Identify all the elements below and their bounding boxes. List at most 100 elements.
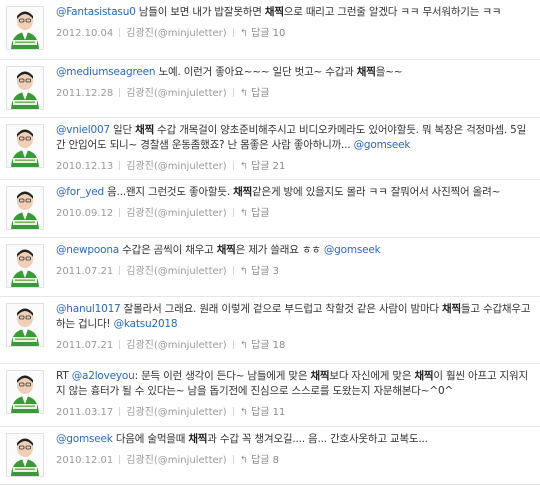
tweet-date[interactable]: 2011.12.28 bbox=[56, 88, 113, 99]
highlight-keyword: 채찍 bbox=[188, 433, 208, 445]
meta-divider bbox=[232, 455, 234, 464]
reply-arrow-icon: ↰ bbox=[239, 407, 249, 418]
tweet-author[interactable]: 김광진(@minjuletter) bbox=[126, 340, 226, 351]
highlight-keyword: 채찍 bbox=[310, 370, 330, 382]
mention-link[interactable]: @mediumseagreen bbox=[56, 66, 156, 78]
tweet-text-segment: 으로 때리고 그런줄 알겠다 ㅋㅋ 무서워하기는 ㅋㅋ bbox=[283, 6, 502, 18]
person-photo-icon bbox=[7, 7, 43, 49]
reply-button[interactable]: ↰ 답글 18 bbox=[240, 340, 286, 351]
mention-link[interactable]: @katsu2018 bbox=[114, 318, 178, 330]
tweet-author[interactable]: 김광진(@minjuletter) bbox=[126, 88, 226, 99]
tweet-author[interactable]: 김광진(@minjuletter) bbox=[126, 407, 226, 418]
reply-button[interactable]: ↰ 답글 10 bbox=[240, 28, 286, 39]
tweet-author[interactable]: 김광진(@minjuletter) bbox=[126, 28, 226, 39]
avatar[interactable] bbox=[6, 66, 44, 110]
meta-divider bbox=[119, 407, 121, 416]
tweet-date[interactable]: 2010.09.12 bbox=[56, 208, 113, 219]
tweet-text: @vniel007 일단 채찍 수갑 개목걸이 양초준비해주시고 비디오카메라도… bbox=[56, 123, 532, 153]
highlight-keyword: 채찍 bbox=[216, 244, 236, 256]
reply-arrow-icon: ↰ bbox=[239, 208, 249, 219]
tweet-date[interactable]: 2010.12.13 bbox=[56, 161, 113, 172]
tweet-item: @gomseek 다음에 술먹을때 채찍과 수갑 꼭 챙겨오길.... 음...… bbox=[0, 427, 540, 485]
tweet-text-segment: 남들이 보면 내가 밥잘못하면 bbox=[135, 6, 265, 18]
reply-button[interactable]: ↰ 답글 11 bbox=[240, 407, 286, 418]
highlight-keyword: 채찍 bbox=[442, 303, 461, 315]
tweet-text-segment: 일단 bbox=[109, 124, 136, 136]
mention-link[interactable]: @hanul1017 bbox=[56, 303, 121, 315]
reply-arrow-icon: ↰ bbox=[239, 28, 249, 39]
tweet-text: @for_yed 음...왠지 그런것도 좋아할듯. 채찍같은게 방에 있을지도… bbox=[56, 185, 532, 200]
tweet-date[interactable]: 2010.12.01 bbox=[56, 455, 113, 466]
tweet-author[interactable]: 김광진(@minjuletter) bbox=[126, 208, 226, 219]
person-photo-icon bbox=[7, 245, 43, 287]
tweet-text-segment: 다음에 술먹을때 bbox=[112, 433, 189, 445]
reply-button[interactable]: ↰ 답글 8 bbox=[240, 455, 279, 466]
tweet-text-segment: : 문득 이런 생각이 든다~ 남들에게 맞은 bbox=[134, 370, 311, 382]
tweet-date[interactable]: 2011.03.17 bbox=[56, 407, 113, 418]
mention-link[interactable]: @a2loveyou bbox=[72, 370, 135, 382]
tweet-item: RT @a2loveyou: 문득 이런 생각이 든다~ 남들에게 맞은 채찍보… bbox=[0, 364, 540, 427]
tweet-meta: 2010.09.12 김광진(@minjuletter) ↰ 답글 bbox=[56, 204, 532, 219]
mention-link[interactable]: @newpoona bbox=[56, 244, 119, 256]
reply-arrow-icon: ↰ bbox=[239, 266, 249, 277]
reply-count: 답글 3 bbox=[251, 266, 280, 277]
tweet-text-segment: 노예. 이런거 좋아요~~~ 일단 벗고~ 수갑과 bbox=[155, 66, 357, 78]
reply-button[interactable]: ↰ 답글 bbox=[240, 208, 270, 219]
avatar[interactable] bbox=[6, 186, 44, 230]
reply-button[interactable]: ↰ 답글 3 bbox=[240, 266, 279, 277]
tweet-text-segment: RT bbox=[56, 370, 72, 382]
person-photo-icon bbox=[7, 187, 43, 229]
meta-divider bbox=[119, 455, 121, 464]
tweet-author[interactable]: 김광진(@minjuletter) bbox=[126, 455, 226, 466]
tweet-item: @mediumseagreen 노예. 이런거 좋아요~~~ 일단 벗고~ 수갑… bbox=[0, 60, 540, 118]
reply-count: 답글 8 bbox=[251, 455, 280, 466]
tweet-text: RT @a2loveyou: 문득 이런 생각이 든다~ 남들에게 맞은 채찍보… bbox=[56, 369, 532, 399]
meta-divider bbox=[232, 266, 234, 275]
tweet-item: @hanul1017 잘몰라서 그래요. 원래 이렇게 겉으로 부드럽고 착할것… bbox=[0, 297, 540, 364]
mention-link[interactable]: @vniel007 bbox=[56, 124, 110, 136]
tweet-text-segment: 수갑은 곰씩이 채우고 bbox=[119, 244, 217, 256]
mention-link[interactable]: @Fantasistasu0 bbox=[56, 6, 136, 18]
reply-button[interactable]: ↰ 답글 bbox=[240, 88, 270, 99]
mention-link[interactable]: @for_yed bbox=[56, 186, 104, 198]
avatar[interactable] bbox=[6, 370, 44, 414]
meta-divider bbox=[232, 161, 234, 170]
tweet-date[interactable]: 2011.07.21 bbox=[56, 340, 113, 351]
meta-divider bbox=[119, 88, 121, 97]
reply-count: 답글 21 bbox=[251, 161, 286, 172]
highlight-keyword: 채찍 bbox=[135, 124, 155, 136]
tweet-text-segment: 같은게 방에 있을지도 몰라 ㅋㅋ 잘뭐어서 사진찍어 올려~ bbox=[252, 186, 501, 198]
tweet-author[interactable]: 김광진(@minjuletter) bbox=[126, 161, 226, 172]
reply-count: 답글 bbox=[251, 88, 270, 99]
reply-count: 답글 18 bbox=[251, 340, 286, 351]
avatar[interactable] bbox=[6, 124, 44, 168]
highlight-keyword: 채찍 bbox=[414, 370, 434, 382]
reply-count: 답글 11 bbox=[251, 407, 286, 418]
meta-divider bbox=[119, 208, 121, 217]
tweet-item: @Fantasistasu0 남들이 보면 내가 밥잘못하면 채찍으로 때리고 … bbox=[0, 0, 540, 60]
tweet-date[interactable]: 2011.07.21 bbox=[56, 266, 113, 277]
avatar[interactable] bbox=[6, 6, 44, 50]
tweet-meta: 2011.07.21 김광진(@minjuletter) ↰ 답글 18 bbox=[56, 336, 532, 351]
avatar[interactable] bbox=[6, 244, 44, 288]
mention-link[interactable]: @gomseek bbox=[354, 139, 411, 151]
reply-arrow-icon: ↰ bbox=[239, 455, 249, 466]
reply-arrow-icon: ↰ bbox=[239, 161, 249, 172]
meta-divider bbox=[232, 88, 234, 97]
mention-link[interactable]: @gomseek bbox=[56, 433, 113, 445]
tweet-text-segment: 보다 자신에게 맞은 bbox=[329, 370, 415, 382]
highlight-keyword: 채찍 bbox=[356, 66, 376, 78]
tweet-feed: @Fantasistasu0 남들이 보면 내가 밥잘못하면 채찍 으로 때리고 … bbox=[0, 0, 540, 485]
tweet-text-segment: 잘몰라서 그래요. 원래 이렇게 겉으로 부드럽고 착할것 같은 사람이 밤마다 bbox=[120, 303, 442, 315]
person-photo-icon bbox=[7, 434, 43, 476]
avatar[interactable] bbox=[6, 303, 44, 347]
reply-button[interactable]: ↰ 답글 21 bbox=[240, 161, 286, 172]
reply-arrow-icon: ↰ bbox=[239, 88, 249, 99]
mention-link[interactable]: @gomseek bbox=[324, 244, 381, 256]
tweet-text: @gomseek 다음에 술먹을때 채찍과 수갑 꼭 챙겨오길.... 음...… bbox=[56, 432, 532, 447]
tweet-date[interactable]: 2012.10.04 bbox=[56, 28, 113, 39]
tweet-author[interactable]: 김광진(@minjuletter) bbox=[126, 266, 226, 277]
avatar[interactable] bbox=[6, 433, 44, 477]
meta-divider bbox=[119, 161, 121, 170]
meta-divider bbox=[232, 340, 234, 349]
